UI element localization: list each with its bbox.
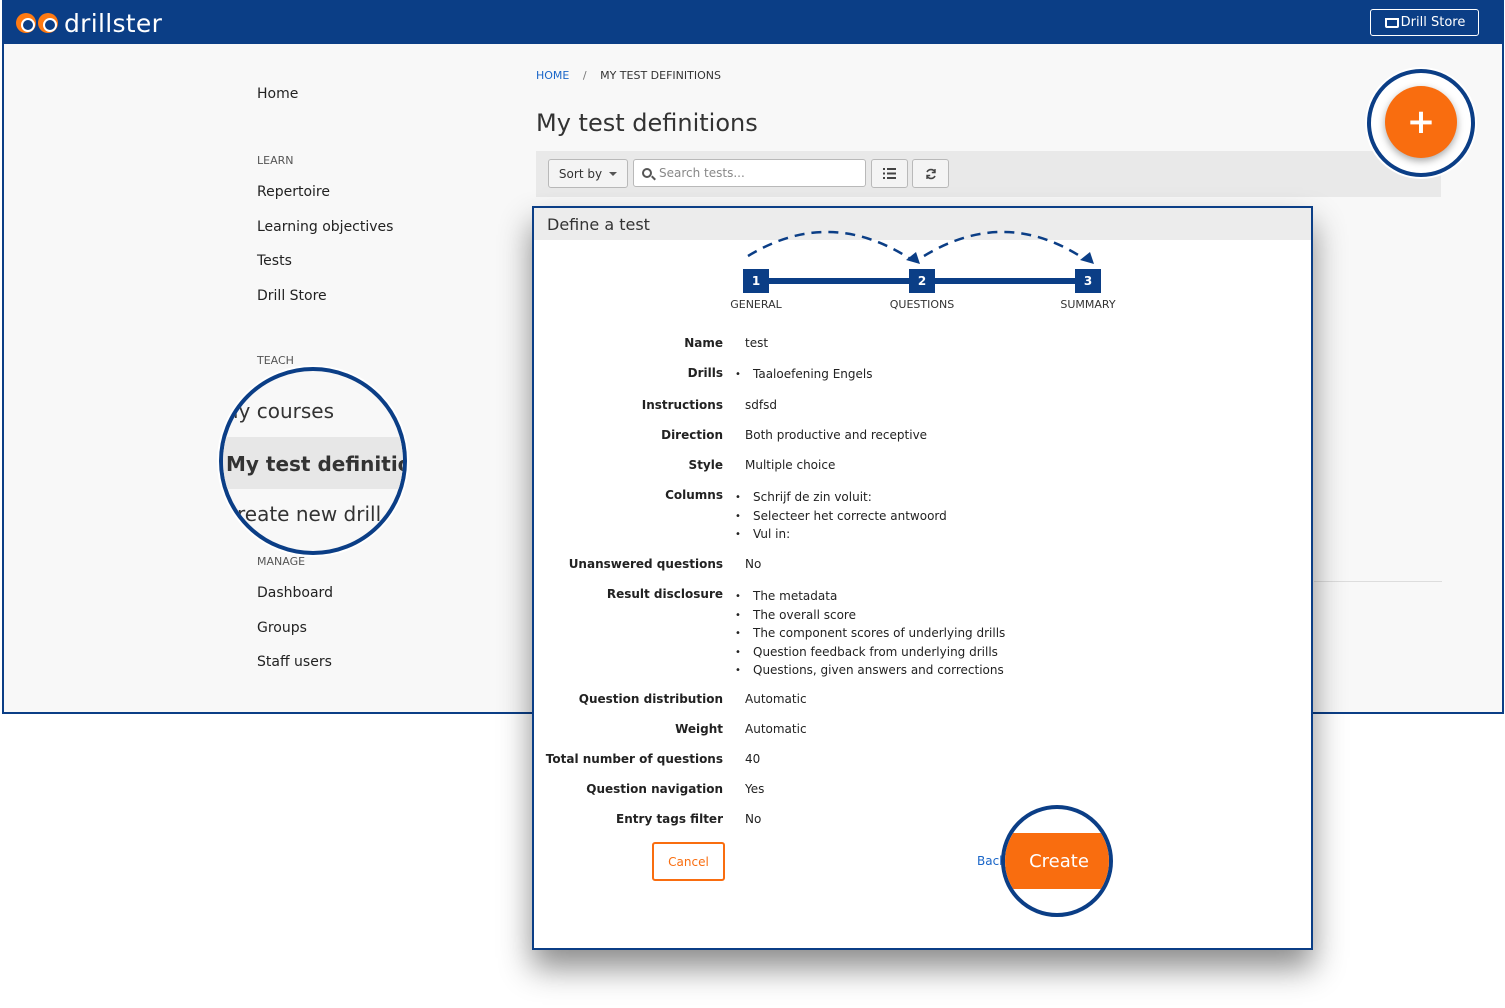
sidebar-heading-learn: LEARN [257, 154, 294, 167]
brand-name: drillster [64, 8, 163, 38]
drills-label: Drills [687, 366, 723, 380]
sidebar-item-tests[interactable]: Tests [257, 253, 292, 269]
list-toolbar: Sort by Search tests... [536, 151, 1441, 197]
owl-eyes-icon [16, 13, 58, 33]
sidebar-item-learning-objectives[interactable]: Learning objectives [257, 219, 393, 235]
search-placeholder: Search tests... [659, 166, 745, 180]
navigation-value: Yes [745, 782, 765, 796]
sidebar-heading-manage: MANAGE [257, 555, 306, 568]
name-value: test [745, 336, 769, 350]
sidebar-item-dashboard[interactable]: Dashboard [257, 585, 333, 601]
sidebar-item-drill-store[interactable]: Drill Store [257, 288, 327, 304]
step-2-questions[interactable]: 2 [909, 269, 935, 293]
step-connector [756, 278, 924, 284]
caret-down-icon [609, 171, 618, 176]
breadcrumb-current: MY TEST DEFINITIONS [600, 69, 721, 82]
list-item: Taaloefening Engels [735, 365, 872, 384]
zoom-item-create-new-drill[interactable]: reate new drill [237, 502, 381, 526]
step-1-general[interactable]: 1 [743, 269, 769, 293]
step-label-general: GENERAL [730, 298, 782, 311]
drills-list: Taaloefening Engels [735, 365, 872, 384]
list-item: Selecteer het correcte antwoord [735, 507, 947, 525]
divider [1314, 581, 1442, 582]
list-item: The component scores of underlying drill… [735, 624, 1005, 643]
distribution-label: Question distribution [578, 692, 723, 706]
step-label-summary: SUMMARY [1060, 298, 1116, 311]
total-questions-label: Total number of questions [545, 752, 723, 766]
navigation-label: Question navigation [586, 782, 723, 796]
refresh-icon [925, 168, 936, 179]
list-item: Questions, given answers and corrections [735, 661, 1005, 680]
result-disclosure-list: The metadata The overall score The compo… [735, 587, 1005, 680]
search-icon [642, 168, 652, 178]
zoom-item-my-courses[interactable]: ly courses [233, 399, 334, 423]
list-item: Vul in: [735, 525, 947, 544]
unanswered-value: No [745, 557, 762, 571]
style-label: Style [688, 458, 723, 472]
sort-by-label: Sort by [558, 166, 603, 181]
step-3-summary[interactable]: 3 [1075, 269, 1101, 293]
columns-label: Columns [665, 488, 723, 502]
search-input[interactable]: Search tests... [633, 159, 866, 187]
list-item: Question feedback from underlying drills [735, 643, 1005, 661]
drillster-logo[interactable]: drillster [16, 8, 163, 38]
sidebar-heading-teach: TEACH [257, 354, 294, 367]
sidebar-item-groups[interactable]: Groups [257, 620, 307, 636]
direction-label: Direction [661, 428, 723, 442]
add-test-button[interactable]: + [1385, 86, 1457, 158]
columns-list: Schrijf de zin voluit: Selecteer het cor… [735, 488, 947, 544]
sort-by-dropdown[interactable]: Sort by [548, 159, 628, 188]
list-icon [883, 168, 896, 179]
define-test-modal: Define a test 1 2 3 GENERAL QUESTIONS SU… [532, 206, 1313, 950]
refresh-button[interactable] [912, 159, 949, 188]
list-item: The metadata [735, 587, 1005, 606]
breadcrumb: HOME / MY TEST DEFINITIONS [536, 69, 721, 82]
list-view-button[interactable] [871, 159, 908, 188]
unanswered-label: Unanswered questions [568, 557, 723, 571]
sidebar-item-home[interactable]: Home [257, 86, 298, 102]
sidebar-item-staff-users[interactable]: Staff users [257, 654, 332, 670]
direction-value: Both productive and receptive [745, 428, 928, 442]
weight-label: Weight [675, 722, 723, 736]
instructions-value: sdfsd [745, 398, 777, 412]
create-button[interactable]: Create [1005, 833, 1109, 889]
zoom-item-my-test-definitions[interactable]: My test definitions [226, 452, 403, 476]
page-title: My test definitions [536, 109, 758, 137]
result-disclosure-label: Result disclosure [606, 587, 723, 601]
step-connector [922, 278, 1090, 284]
create-highlight-ring: Create [1001, 805, 1113, 917]
entry-tags-value: No [745, 812, 762, 826]
sidebar-item-repertoire[interactable]: Repertoire [257, 184, 330, 200]
entry-tags-label: Entry tags filter [616, 812, 723, 826]
step-arrows-icon [747, 230, 1094, 264]
drill-store-button[interactable]: Drill Store [1370, 9, 1479, 36]
cancel-button[interactable]: Cancel [652, 842, 725, 881]
list-item: Schrijf de zin voluit: [735, 488, 947, 507]
instructions-label: Instructions [641, 398, 723, 412]
breadcrumb-home-link[interactable]: HOME [536, 69, 569, 82]
total-questions-value: 40 [745, 752, 761, 766]
breadcrumb-separator: / [582, 69, 587, 82]
list-item: The overall score [735, 606, 1005, 624]
top-navbar: drillster Drill Store [4, 2, 1502, 44]
name-label: Name [684, 336, 723, 350]
style-value: Multiple choice [745, 458, 836, 472]
drill-store-label: Drill Store [1400, 15, 1466, 30]
sidebar-zoom-callout: ly courses My test definitions reate new… [219, 367, 407, 555]
weight-value: Automatic [745, 722, 807, 736]
shopping-cart-icon [1384, 17, 1399, 28]
step-label-questions: QUESTIONS [889, 298, 955, 311]
distribution-value: Automatic [745, 692, 807, 706]
